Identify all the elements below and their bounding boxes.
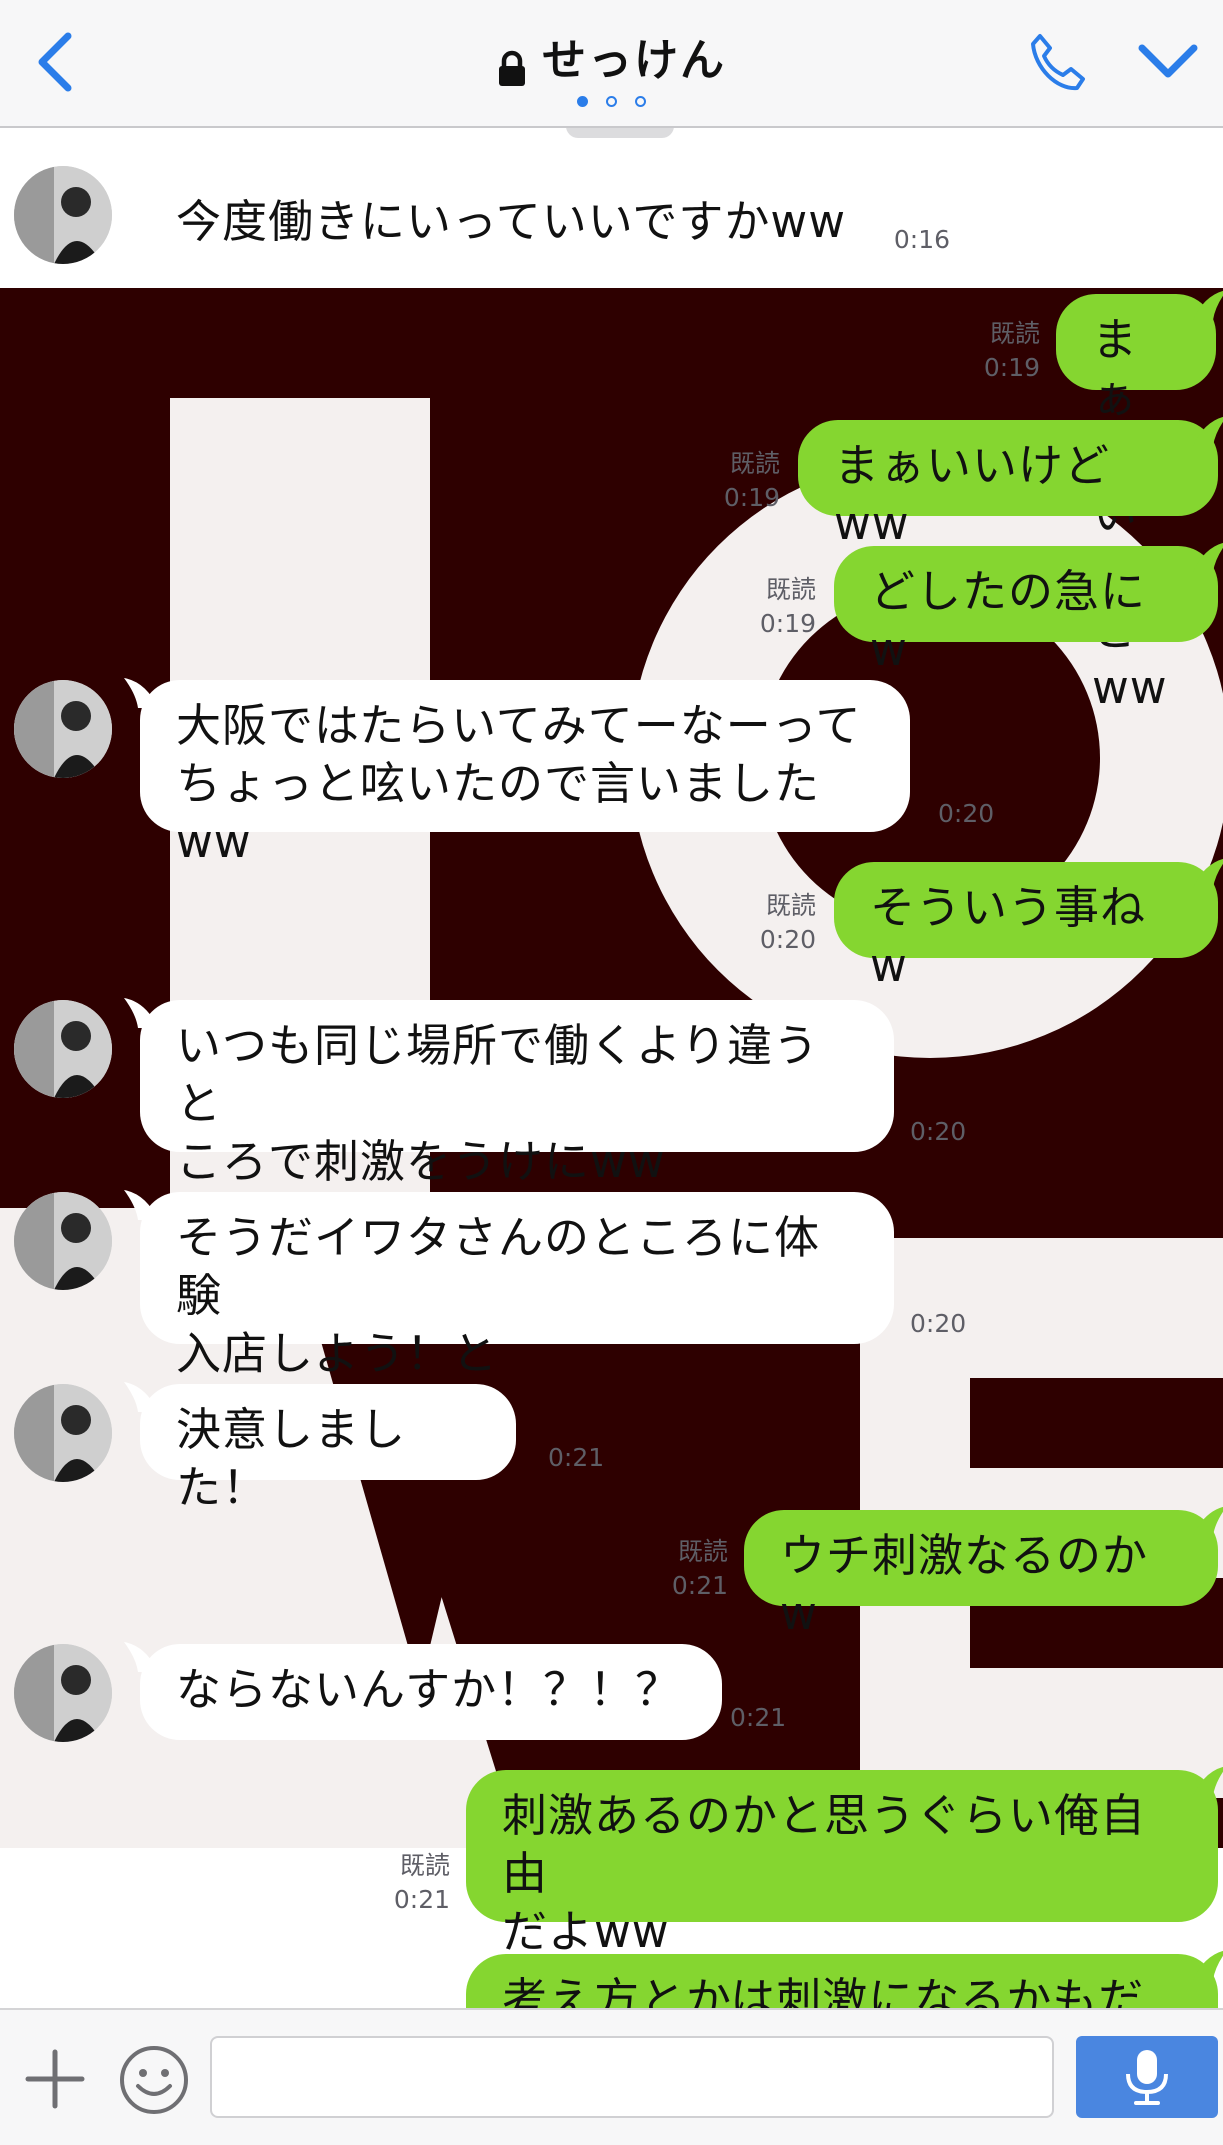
page-dot-1: [577, 96, 588, 107]
avatar[interactable]: [14, 680, 112, 778]
attach-button[interactable]: [22, 2046, 88, 2112]
avatar-image: [14, 680, 112, 778]
message-time: 0:21: [671, 1571, 728, 1600]
message-input-bar: [0, 2008, 1223, 2145]
message-bubble-outgoing[interactable]: まぁいいけどww: [798, 420, 1218, 550]
message-time: 0:19: [723, 483, 780, 512]
phone-icon: [1031, 34, 1085, 91]
read-receipt: 既読: [765, 891, 816, 920]
plus-icon: [25, 2049, 85, 2109]
avatar[interactable]: [14, 1192, 112, 1290]
message-time: 0:16: [893, 225, 950, 254]
message-time: 0:20: [910, 1309, 967, 1338]
chat-area[interactable]: 今度働きにいっていいですかww 0:16 既読 0:19 まぁいいけどww 既読…: [0, 128, 1223, 2008]
message-time: 0:20: [759, 925, 816, 954]
read-receipt: 既読: [989, 319, 1040, 348]
bubble-tail: [1193, 1767, 1223, 1796]
call-button[interactable]: [1026, 30, 1090, 94]
read-receipt: 既読: [677, 1537, 728, 1566]
message-time: 0:21: [393, 1885, 450, 1914]
emoji-icon: [120, 2046, 188, 2114]
read-receipt: 既読: [729, 449, 780, 478]
voice-button[interactable]: [1076, 2036, 1218, 2118]
page-dot-2: [606, 96, 617, 107]
avatar[interactable]: [14, 1000, 112, 1098]
read-receipt: 既読: [765, 575, 816, 604]
message-bubble-incoming[interactable]: 今度働きにいっていいですかww: [140, 176, 900, 268]
message-bubble-outgoing[interactable]: まぁいいけどww: [1056, 294, 1216, 714]
message-bubble-outgoing[interactable]: そういう事ねw: [834, 862, 1218, 992]
message-input[interactable]: [210, 2036, 1054, 2118]
menu-toggle-button[interactable]: [1136, 40, 1200, 84]
bubble-tail: [1193, 1951, 1223, 1980]
avatar-image: [14, 1384, 112, 1482]
message-time: 0:20: [910, 1117, 967, 1146]
bubble-tail: [1193, 291, 1223, 320]
avatar-image: [14, 1000, 112, 1098]
message-bubble-outgoing[interactable]: ウチ刺激なるのかw: [744, 1510, 1218, 1640]
avatar[interactable]: [14, 166, 112, 264]
message-bubble-outgoing[interactable]: 考え方とかは刺激になるかもだけ: [466, 1954, 1218, 2008]
bubble-tail: [1193, 543, 1223, 572]
microphone-icon: [1126, 2050, 1168, 2105]
bubble-tail: [1193, 417, 1223, 446]
chevron-down-icon: [1138, 44, 1198, 78]
avatar-image: [14, 1192, 112, 1290]
read-receipt: 既読: [399, 1851, 450, 1880]
message-time: 0:19: [759, 609, 816, 638]
chat-title: せっけん: [542, 35, 727, 86]
emoji-button[interactable]: [118, 2044, 190, 2116]
message-bubble-incoming[interactable]: 決意しました！: [140, 1384, 516, 1514]
message-bubble-incoming[interactable]: ならないんすか！？！？: [140, 1644, 722, 1740]
message-bubble-incoming[interactable]: そうだイワタさんのところに体験 入店しよう！と: [140, 1192, 894, 1380]
avatar[interactable]: [14, 1384, 112, 1482]
chat-header: せっけん: [0, 0, 1223, 128]
message-time: 0:21: [548, 1443, 605, 1472]
message-time: 0:20: [938, 799, 995, 828]
avatar-image: [14, 1644, 112, 1742]
bubble-tail: [1193, 1507, 1223, 1536]
page-indicator: [0, 92, 1223, 111]
message-bubble-outgoing[interactable]: 刺激あるのかと思うぐらい俺自由 だよww: [466, 1770, 1218, 1958]
message-time: 0:19: [983, 353, 1040, 382]
message-bubble-incoming[interactable]: 大阪ではたらいてみてーなーって ちょっと呟いたので言いましたww: [140, 680, 910, 868]
message-bubble-incoming[interactable]: いつも同じ場所で働くより違うと ころで刺激をうけにww: [140, 1000, 894, 1188]
message-time: 0:21: [730, 1703, 787, 1732]
avatar-image: [14, 166, 112, 264]
message-bubble-outgoing[interactable]: どしたの急にw: [834, 546, 1218, 676]
lock-icon: [497, 50, 527, 92]
bubble-tail: [1193, 859, 1223, 888]
page-dot-3: [635, 96, 646, 107]
avatar[interactable]: [14, 1644, 112, 1742]
